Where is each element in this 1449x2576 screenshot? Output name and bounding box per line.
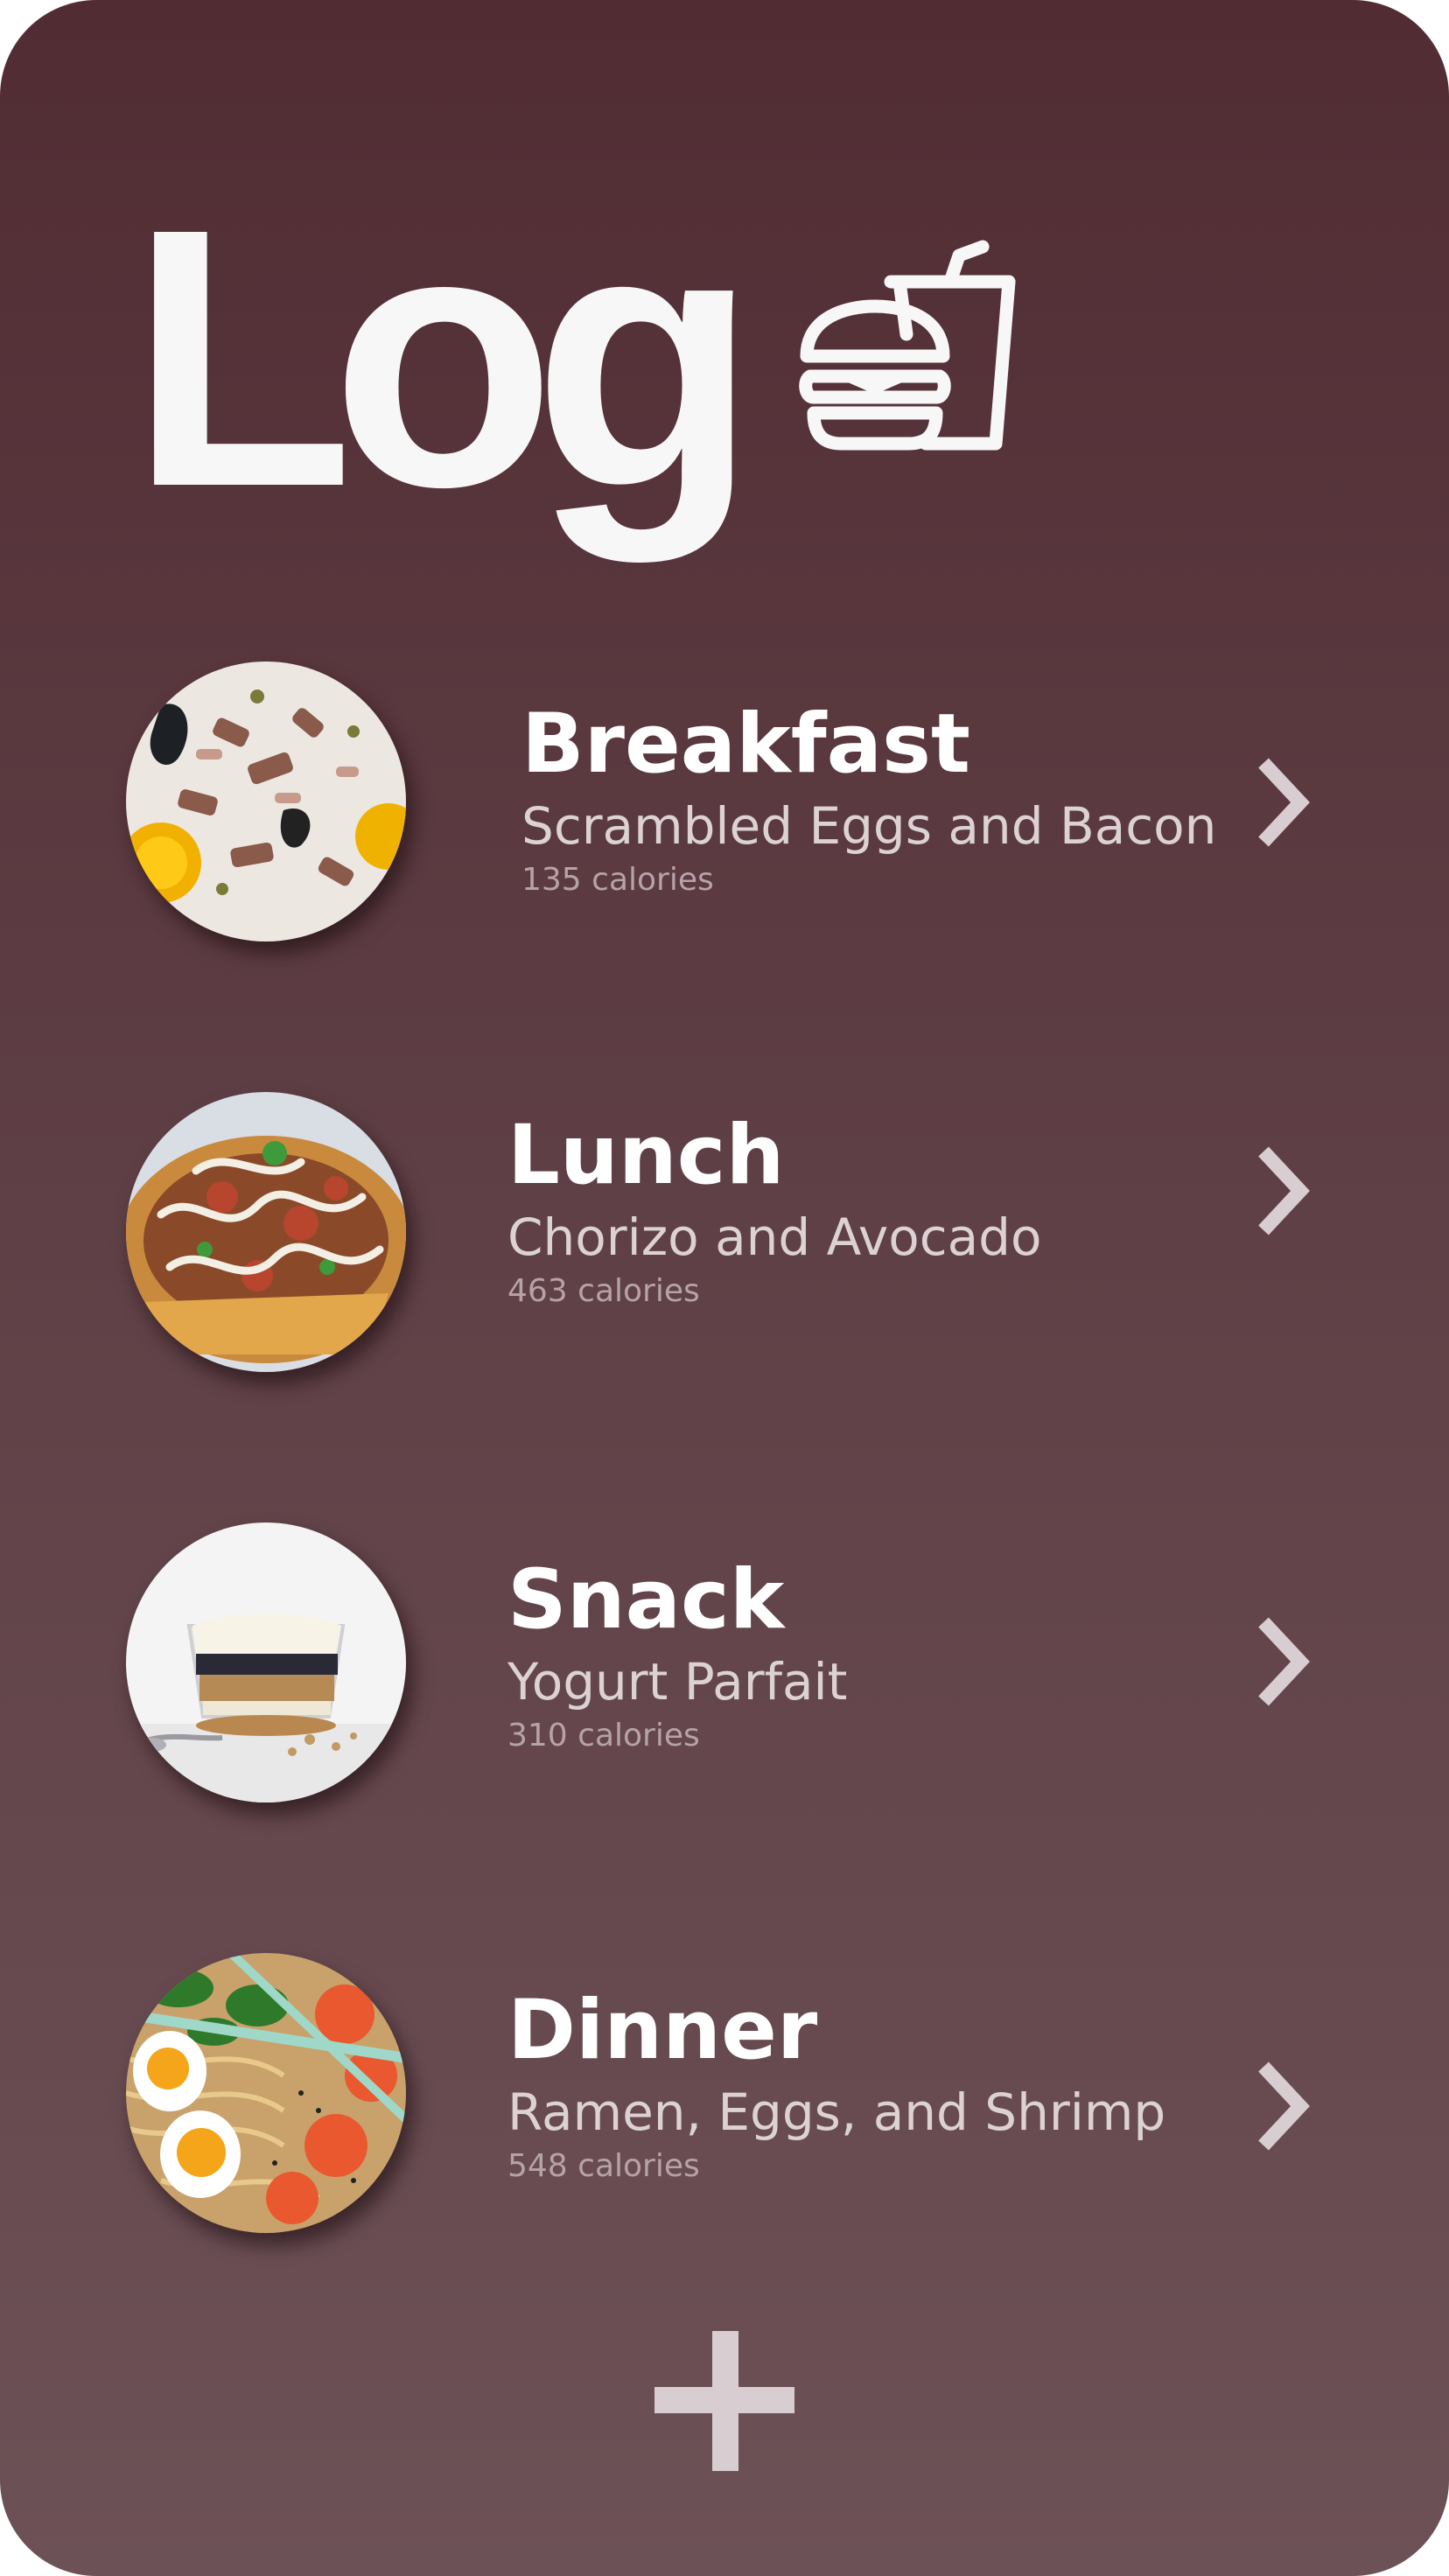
meal-description: Chorizo and Avocado (508, 1208, 1042, 1267)
chevron-right-icon[interactable] (1251, 1143, 1312, 1239)
meal-row-lunch[interactable]: Lunch Chorizo and Avocado 463 calories (0, 1090, 1449, 1388)
eggs-bacon-photo (126, 662, 406, 942)
meal-info: Breakfast Scrambled Eggs and Bacon 135 c… (522, 696, 1309, 901)
meal-description: Scrambled Eggs and Bacon (522, 796, 1217, 856)
add-meal-button[interactable] (648, 2324, 802, 2478)
chevron-right-icon[interactable] (1251, 754, 1312, 850)
meal-description: Ramen, Eggs, and Shrimp (508, 2082, 1166, 2142)
meal-calories: 548 calories (508, 2148, 700, 2184)
meal-info: Snack Yogurt Parfait 310 calories (508, 1552, 1295, 1757)
burger-drink-icon (799, 240, 1016, 451)
meal-row-snack[interactable]: Snack Yogurt Parfait 310 calories (0, 1521, 1449, 1818)
meal-name: Lunch (508, 1108, 785, 1203)
log-screen: Log Breakfast Scrambled Eggs and Bacon 1… (0, 0, 1449, 2576)
meal-name: Breakfast (522, 696, 970, 792)
meal-calories: 310 calories (508, 1718, 700, 1754)
plus-icon (654, 2331, 794, 2471)
meal-info: Dinner Ramen, Eggs, and Shrimp 548 calor… (508, 1983, 1295, 2188)
meal-name: Snack (508, 1552, 785, 1648)
meal-calories: 463 calories (508, 1273, 700, 1309)
meal-row-dinner[interactable]: Dinner Ramen, Eggs, and Shrimp 548 calor… (0, 1951, 1449, 2249)
chevron-right-icon[interactable] (1251, 1614, 1312, 1710)
meal-name: Dinner (508, 1983, 818, 2078)
header: Log (130, 175, 1267, 560)
page-title: Log (130, 153, 758, 564)
meal-calories: 135 calories (522, 862, 714, 898)
ramen-photo (126, 1953, 406, 2233)
meal-info: Lunch Chorizo and Avocado 463 calories (508, 1108, 1295, 1312)
nachos-photo (126, 1092, 406, 1372)
meal-row-breakfast[interactable]: Breakfast Scrambled Eggs and Bacon 135 c… (0, 658, 1449, 956)
meal-description: Yogurt Parfait (508, 1652, 848, 1712)
parfait-photo (126, 1522, 406, 1802)
chevron-right-icon[interactable] (1251, 2058, 1312, 2154)
